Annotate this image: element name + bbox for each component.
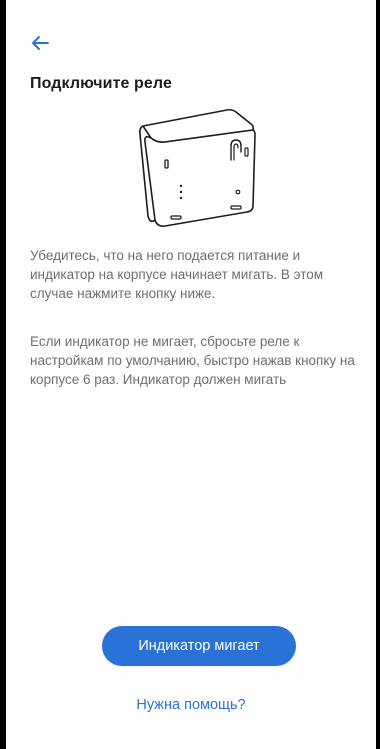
- arrow-left-icon: [32, 36, 49, 50]
- back-button[interactable]: [28, 31, 52, 55]
- instruction-paragraph-reset: Если индикатор не мигает, сбросьте реле …: [30, 334, 355, 387]
- relay-device-icon: [139, 108, 256, 227]
- page-title: Подключите реле: [30, 75, 172, 92]
- instruction-paragraph-power: Убедитесь, что на него подается питание …: [30, 248, 324, 301]
- help-link[interactable]: Нужна помощь?: [6, 697, 376, 713]
- screen: Подключите реле Убедитесь, что на него п…: [6, 0, 376, 749]
- indicator-blinking-button[interactable]: Индикатор мигает: [102, 626, 296, 666]
